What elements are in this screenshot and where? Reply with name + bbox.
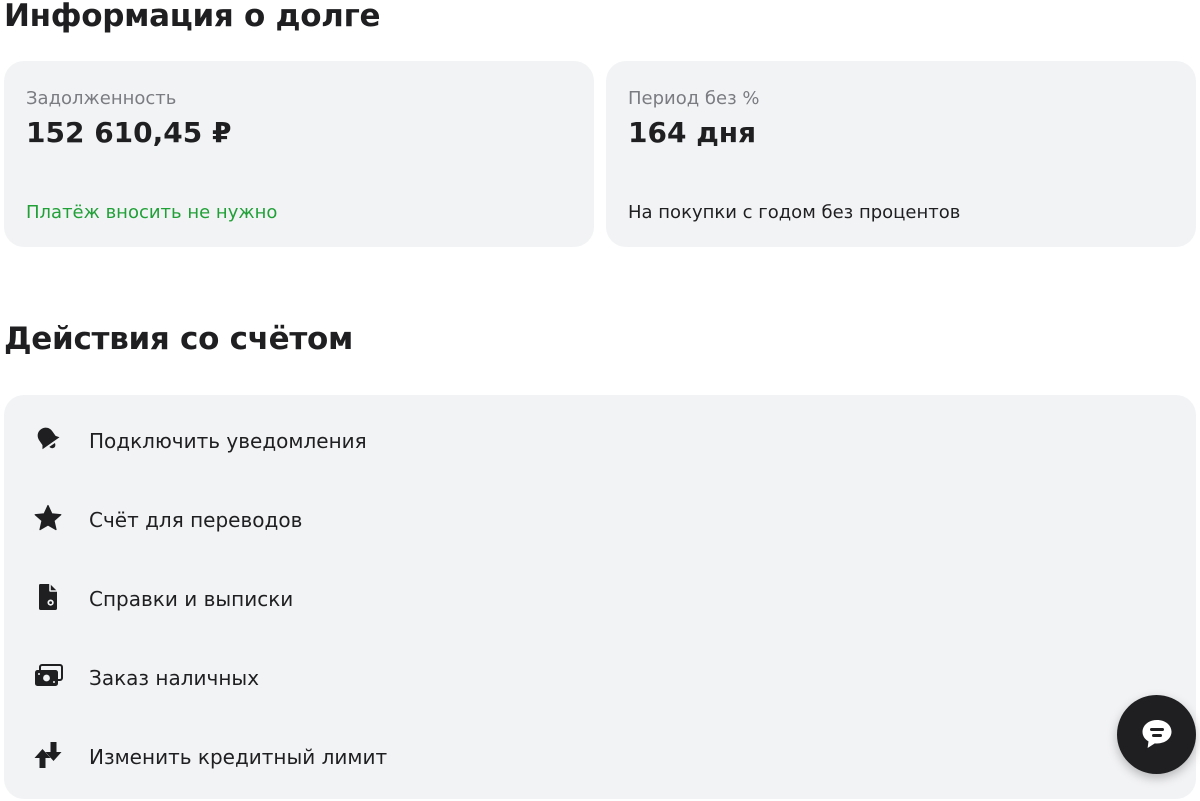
cash-icon bbox=[32, 660, 64, 692]
bell-icon bbox=[32, 423, 64, 455]
action-label: Подключить уведомления bbox=[89, 429, 367, 453]
action-label: Счёт для переводов bbox=[89, 508, 303, 532]
action-statements[interactable]: Справки и выписки bbox=[4, 570, 1104, 630]
action-enable-notifications[interactable]: Подключить уведомления bbox=[4, 412, 1104, 472]
document-icon bbox=[32, 581, 64, 613]
action-label: Изменить кредитный лимит bbox=[89, 745, 388, 769]
account-actions-title: Действия со счётом bbox=[4, 321, 354, 357]
debt-card[interactable]: Задолженность 152 610,45 ₽ Платёж вносит… bbox=[4, 61, 594, 247]
interest-free-period-card[interactable]: Период без % 164 дня На покупки с годом … bbox=[606, 61, 1196, 247]
star-icon bbox=[32, 502, 64, 534]
period-label: Период без % bbox=[628, 88, 760, 109]
action-transfer-account[interactable]: Счёт для переводов bbox=[4, 491, 1104, 551]
debt-amount: 152 610,45 ₽ bbox=[26, 116, 232, 149]
action-label: Справки и выписки bbox=[89, 587, 294, 611]
payment-status: Платёж вносить не нужно bbox=[26, 202, 278, 223]
debt-label: Задолженность bbox=[26, 88, 177, 109]
action-label: Заказ наличных bbox=[89, 666, 260, 690]
action-order-cash[interactable]: Заказ наличных bbox=[4, 649, 1104, 709]
period-description: На покупки с годом без процентов bbox=[628, 202, 961, 223]
chat-button[interactable] bbox=[1117, 695, 1196, 774]
action-change-credit-limit[interactable]: Изменить кредитный лимит bbox=[4, 728, 1104, 788]
arrows-up-down-icon bbox=[32, 739, 64, 771]
period-days: 164 дня bbox=[628, 116, 757, 149]
debt-info-title: Информация о долге bbox=[4, 0, 381, 34]
account-actions-list: Подключить уведомления Счёт для переводо… bbox=[4, 395, 1196, 799]
chat-icon bbox=[1142, 720, 1172, 748]
